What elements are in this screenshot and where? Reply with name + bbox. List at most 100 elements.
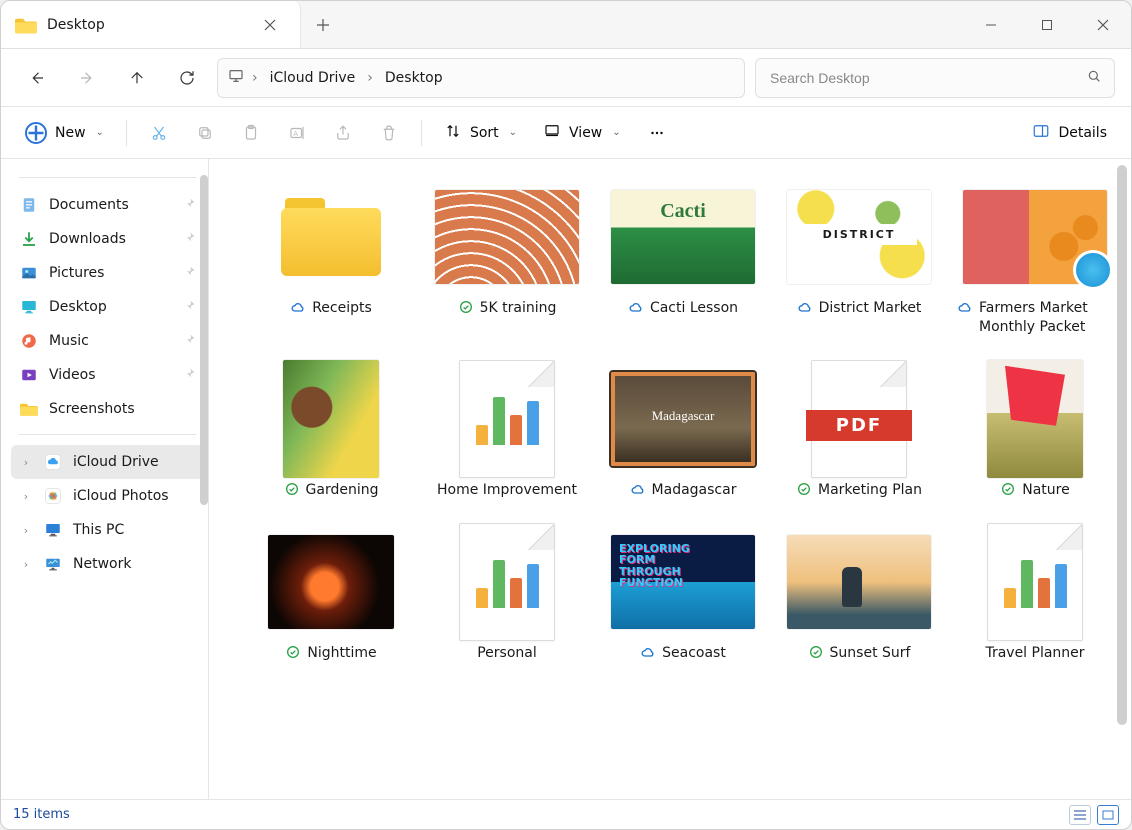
cloud-status-icon [290,299,306,315]
file-item[interactable]: Gardening [253,365,409,500]
icons-view-button[interactable] [1097,805,1119,825]
search-box[interactable] [755,58,1115,98]
file-name-label: Home Improvement [437,481,577,500]
paste-button[interactable] [231,115,271,151]
chevron-right-icon[interactable]: › [19,524,33,537]
sidebar-item-videos[interactable]: Videos [11,358,204,392]
file-name-label: Receipts [312,299,372,318]
network-icon [43,554,63,574]
file-item[interactable]: Madagascar [605,365,761,500]
file-item[interactable]: Nature [957,365,1113,500]
sidebar-item-label: iCloud Drive [73,454,159,470]
file-item[interactable]: District Market [781,183,937,337]
pin-icon [183,299,196,316]
file-name-label: Marketing Plan [818,481,922,500]
delete-button[interactable] [369,115,409,151]
file-item[interactable]: Travel Planner [957,528,1113,663]
maximize-button[interactable] [1019,1,1075,48]
sidebar-item-downloads[interactable]: Downloads [11,222,204,256]
sidebar-item-icloud-photos[interactable]: › iCloud Photos [11,479,204,513]
chevron-down-icon: ⌄ [509,127,517,138]
pdf-icon [811,360,907,478]
status-bar: 15 items [1,799,1131,829]
item-count-label: 15 items [13,807,70,822]
share-button[interactable] [323,115,363,151]
sidebar-item-desktop[interactable]: Desktop [11,290,204,324]
details-view-button[interactable] [1069,805,1091,825]
sidebar-scrollbar[interactable] [200,175,208,505]
file-item[interactable]: Nighttime [253,528,409,663]
thumbnail-image [611,535,755,629]
cut-button[interactable] [139,115,179,151]
plus-circle-icon [25,122,47,144]
file-name-label: Personal [477,644,537,663]
svg-text:A: A [293,130,298,138]
more-button[interactable] [637,115,677,151]
minimize-button[interactable] [963,1,1019,48]
file-name-label: Madagascar [652,481,737,500]
sidebar-item-label: iCloud Photos [73,488,169,504]
pin-icon [183,231,196,248]
pin-icon [183,265,196,282]
synced-status-icon [808,644,824,660]
file-grid: Receipts 5K trainingCacti Lesson District … [209,159,1131,673]
sidebar-item-label: Downloads [49,231,126,247]
chevron-down-icon: ⌄ [612,127,620,138]
file-item[interactable]: Receipts [253,183,409,337]
body: Documents Downloads Pictures Desktop Music Vi… [1,159,1131,799]
sidebar-item-screenshots[interactable]: Screenshots [11,392,204,426]
rename-button[interactable]: A [277,115,317,151]
file-item[interactable]: Home Improvement [429,365,585,500]
synced-status-icon [458,299,474,315]
sidebar-item-label: Music [49,333,89,349]
pc-icon [43,520,63,540]
sidebar-item-label: This PC [73,522,124,538]
file-name-label: District Market [819,299,922,318]
file-item[interactable]: Cacti Lesson [605,183,761,337]
breadcrumb-desktop[interactable]: Desktop [381,68,447,88]
file-item[interactable]: 5K training [429,183,585,337]
music-icon [19,331,39,351]
sidebar-item-network[interactable]: ›Network [11,547,204,581]
sidebar-item-icloud-drive[interactable]: › iCloud Drive [11,445,204,479]
file-item[interactable]: Sunset Surf [781,528,937,663]
file-item[interactable]: Seacoast [605,528,761,663]
cloud-status-icon [797,299,813,315]
tab-close-button[interactable] [256,11,284,39]
pin-icon [183,333,196,350]
chevron-right-icon[interactable]: › [19,558,33,571]
thumbnail-image [435,190,579,284]
file-item[interactable]: Farmers Market Monthly Packet [957,183,1113,337]
breadcrumb-icloud-drive[interactable]: iCloud Drive [266,68,360,88]
tab-desktop[interactable]: Desktop [1,1,301,48]
synced-status-icon [1000,481,1016,497]
file-item[interactable]: Personal [429,528,585,663]
cloud-status-icon [630,481,646,497]
sidebar-item-music[interactable]: Music [11,324,204,358]
back-button[interactable] [17,58,57,98]
sidebar-item-label: Documents [49,197,129,213]
up-button[interactable] [117,58,157,98]
chevron-right-icon[interactable]: › [19,490,33,503]
new-button[interactable]: New ⌄ [15,115,114,151]
new-tab-button[interactable] [301,1,345,48]
forward-button[interactable] [67,58,107,98]
sidebar-item-documents[interactable]: Documents [11,188,204,222]
chevron-right-icon[interactable]: › [19,456,33,469]
copy-button[interactable] [185,115,225,151]
search-input[interactable] [768,69,1076,87]
chevron-right-icon: › [252,70,258,86]
view-button[interactable]: View ⌄ [533,115,631,151]
sort-button[interactable]: Sort ⌄ [434,115,527,151]
sidebar-item-this-pc[interactable]: › This PC [11,513,204,547]
document-icon [459,523,555,641]
details-pane-button[interactable]: Details [1022,115,1117,151]
refresh-button[interactable] [167,58,207,98]
sidebar-item-pictures[interactable]: Pictures [11,256,204,290]
sidebar-item-label: Desktop [49,299,107,315]
file-item[interactable]: Marketing Plan [781,365,937,500]
synced-status-icon [796,481,812,497]
address-bar[interactable]: › iCloud Drive › Desktop [217,58,745,98]
close-button[interactable] [1075,1,1131,48]
content-scrollbar[interactable] [1117,165,1127,725]
